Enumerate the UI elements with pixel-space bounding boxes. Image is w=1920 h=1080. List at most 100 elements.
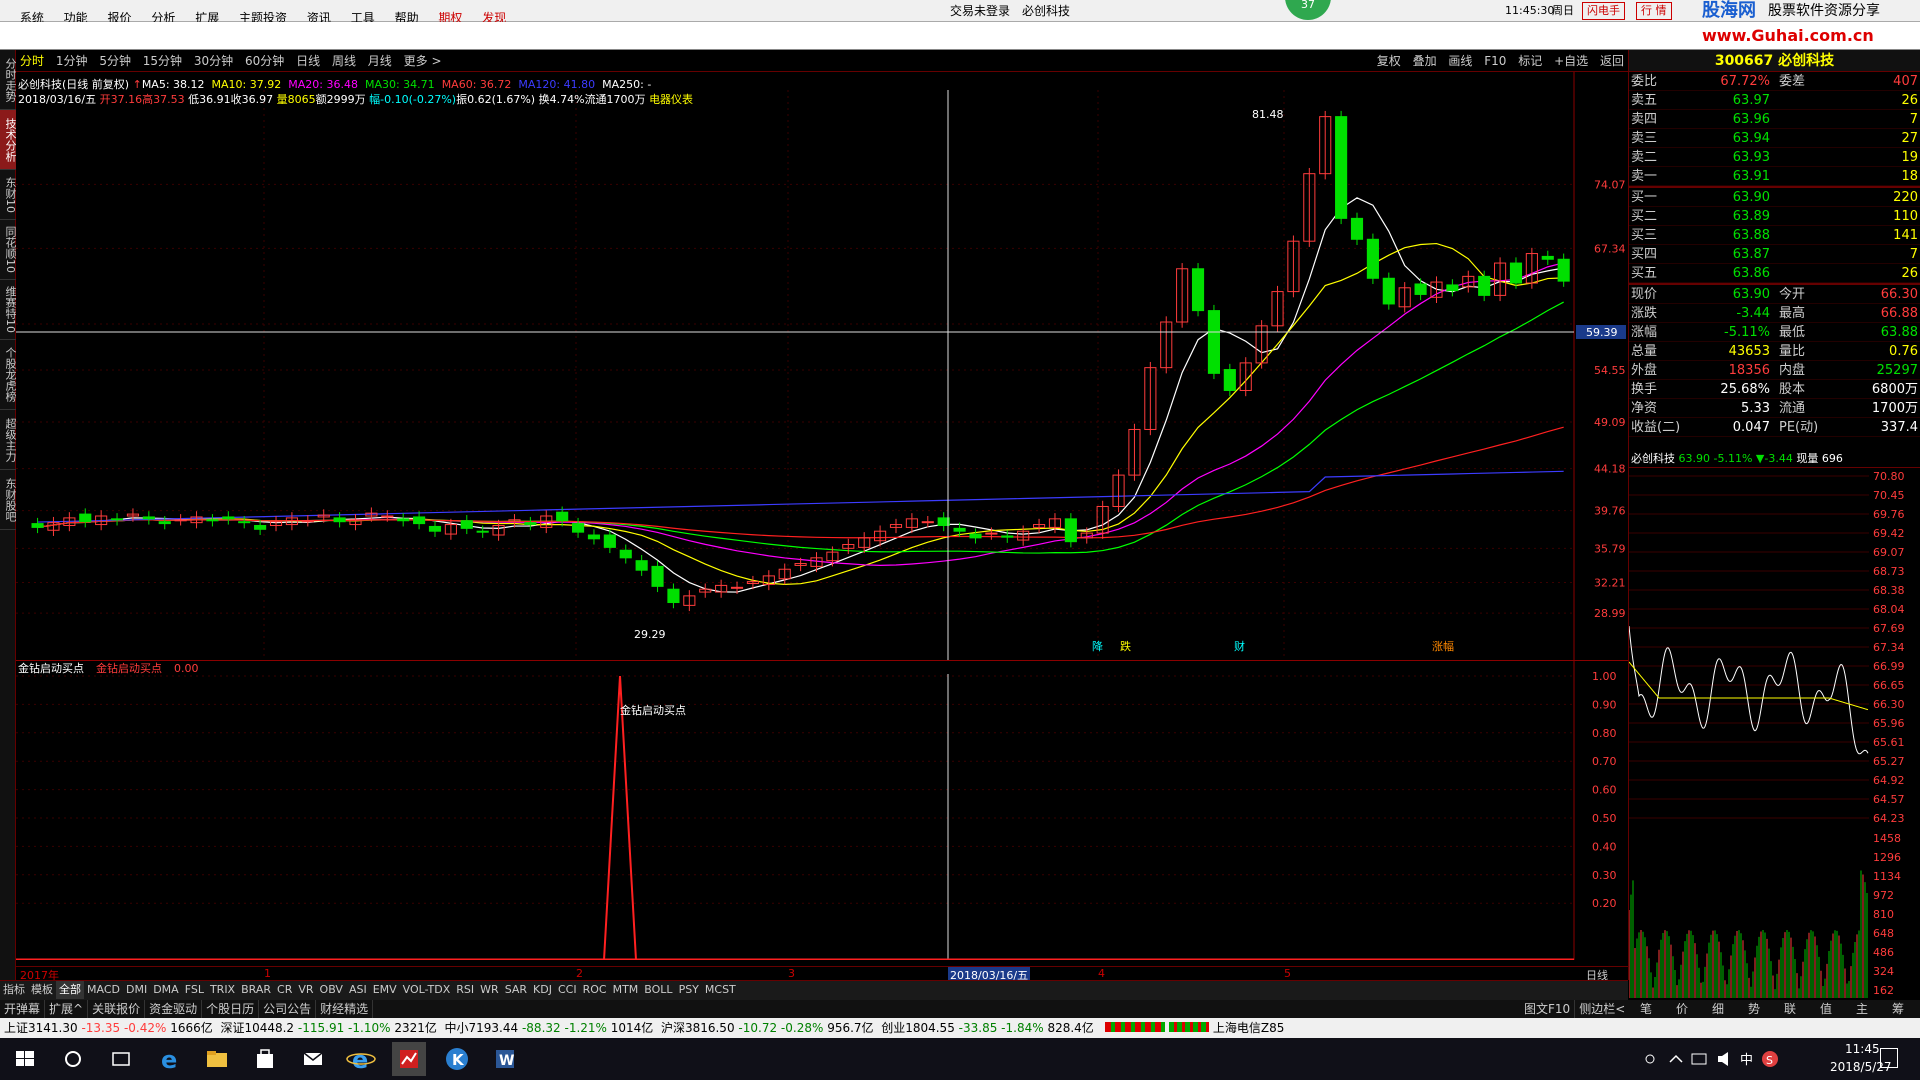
toolbar-mark[interactable]: 标记 (1514, 50, 1546, 72)
function-tab[interactable]: 个股日历 (202, 1000, 260, 1018)
system-tray[interactable]: 中S (1640, 1046, 1820, 1072)
indicator-tab[interactable]: DMA (150, 981, 182, 999)
edge-browser-icon[interactable]: e (152, 1042, 186, 1076)
task-view-icon[interactable] (104, 1042, 138, 1076)
indicator-panel[interactable]: 金钻启动买点 金钻启动买点 0.00 金钻启动买点 1.00 0.90 0.80 0.… (16, 660, 1628, 960)
mini-tab[interactable]: 细 (1700, 1000, 1736, 1018)
indicator-tab[interactable]: VR (295, 981, 316, 999)
indicator-tab[interactable]: CR (274, 981, 295, 999)
indicator-tab[interactable]: ROC (580, 981, 610, 999)
mini-tab[interactable]: 联 (1772, 1000, 1808, 1018)
toolbar-f10[interactable]: F10 (1480, 50, 1510, 72)
indicator-tab[interactable]: 全部 (56, 981, 84, 999)
mini-tab[interactable]: 主 (1844, 1000, 1880, 1018)
buy-level-row[interactable]: 买四 63.87 7 (1629, 245, 1920, 264)
sell-level-row[interactable]: 卖三 63.94 27 (1629, 129, 1920, 148)
indicator-tab[interactable]: MCST (702, 981, 739, 999)
mini-tab[interactable]: 价 (1664, 1000, 1700, 1018)
indicator-tab[interactable]: MACD (84, 981, 123, 999)
period-more[interactable]: 更多 > (400, 50, 446, 72)
toolbar-back[interactable]: 返回 (1596, 50, 1628, 72)
tab-timeshare[interactable]: 分时走势 (0, 50, 17, 110)
tab-main-force[interactable]: 超级主力 (0, 410, 17, 470)
buy-level-row[interactable]: 买五 63.86 26 (1629, 264, 1920, 283)
period-15min[interactable]: 15分钟 (139, 50, 186, 72)
sell-level-row[interactable]: 卖二 63.93 19 (1629, 148, 1920, 167)
hs-index[interactable]: 沪深3816.50 (661, 1021, 735, 1035)
event-marker-3[interactable]: 财 (1234, 639, 1245, 653)
zx-index[interactable]: 中小7193.44 (445, 1021, 519, 1035)
indicator-tab[interactable]: FSL (182, 981, 207, 999)
tab-dragon-tiger[interactable]: 个股龙虎榜 (0, 340, 17, 410)
store-icon[interactable] (248, 1042, 282, 1076)
mini-tab[interactable]: 笔 (1628, 1000, 1664, 1018)
toolbar-overlay[interactable]: 叠加 (1409, 50, 1441, 72)
tab-wst[interactable]: 维赛特10 (0, 280, 17, 340)
function-tab[interactable]: 扩展^ (45, 1000, 89, 1018)
indicator-tab[interactable]: RSI (453, 981, 477, 999)
indicator-tab[interactable]: MTM (610, 981, 642, 999)
indicator-tab[interactable]: WR (477, 981, 502, 999)
sell-level-row[interactable]: 卖四 63.96 7 (1629, 110, 1920, 129)
login-status[interactable]: 交易未登录 (950, 0, 1010, 22)
period-5min[interactable]: 5分钟 (95, 50, 135, 72)
stock-app-icon[interactable] (392, 1042, 426, 1076)
indicator-tab[interactable]: TRIX (207, 981, 238, 999)
buy-level-row[interactable]: 买三 63.88 141 (1629, 226, 1920, 245)
indicator-tab[interactable]: 指标 (0, 981, 28, 999)
function-tab[interactable]: 资金驱动 (145, 1000, 203, 1018)
function-tab[interactable]: 财经精选 (316, 1000, 374, 1018)
period-timeshare[interactable]: 分时 (16, 50, 48, 72)
bottom-right-tab[interactable]: 侧边栏< (1575, 1000, 1631, 1018)
ie-browser-icon[interactable]: e (344, 1042, 378, 1076)
mail-icon[interactable] (296, 1042, 330, 1076)
word-icon[interactable]: W (488, 1042, 522, 1076)
indicator-tab[interactable]: DMI (123, 981, 150, 999)
sell-level-row[interactable]: 卖五 63.97 26 (1629, 91, 1920, 110)
period-weekly[interactable]: 周线 (328, 50, 360, 72)
search-icon[interactable] (56, 1042, 90, 1076)
mini-tab[interactable]: 筹 (1880, 1000, 1916, 1018)
buy-level-row[interactable]: 买二 63.89 110 (1629, 207, 1920, 226)
period-30min[interactable]: 30分钟 (190, 50, 237, 72)
indicator-tab[interactable]: 模板 (28, 981, 56, 999)
mini-intraday-chart[interactable]: 70.80 70.45 69.76 69.42 69.07 68.73 68.38 68.04… (1629, 468, 1920, 998)
indicator-tab[interactable]: BOLL (641, 981, 675, 999)
lightning-trade-button[interactable]: 闪电手 (1582, 2, 1625, 20)
notification-center-icon[interactable] (1880, 1048, 1898, 1068)
notification-badge[interactable]: 37 (1285, 0, 1331, 20)
function-tab[interactable]: 公司公告 (259, 1000, 317, 1018)
indicator-tab[interactable]: PSY (676, 981, 702, 999)
sell-level-row[interactable]: 卖一 63.91 18 (1629, 167, 1920, 186)
tab-guba[interactable]: 东财股吧 (0, 470, 17, 530)
buy-level-row[interactable]: 买一 63.90 220 (1629, 188, 1920, 207)
toolbar-draw[interactable]: 画线 (1444, 50, 1476, 72)
sh-index[interactable]: 上证3141.30 (0, 1021, 78, 1035)
indicator-tab[interactable]: ASI (346, 981, 370, 999)
indicator-tab[interactable]: CCI (555, 981, 580, 999)
mini-tab[interactable]: 势 (1736, 1000, 1772, 1018)
function-tab[interactable]: 关联报价 (88, 1000, 146, 1018)
tab-technical[interactable]: 技术分析 (0, 110, 17, 170)
event-marker-4[interactable]: 涨幅 (1432, 640, 1454, 653)
function-tab[interactable]: 开弹幕 (0, 1000, 46, 1018)
bottom-right-tab[interactable]: 图文F10 (1520, 1000, 1576, 1018)
indicator-tab[interactable]: BRAR (238, 981, 274, 999)
tab-ths[interactable]: 同花顺10 (0, 220, 17, 280)
period-60min[interactable]: 60分钟 (241, 50, 288, 72)
file-explorer-icon[interactable] (200, 1042, 234, 1076)
candlestick-chart[interactable]: 74.07 67.34 54.55 49.09 44.18 39.76 35.79 32.21… (16, 72, 1628, 662)
mini-tab[interactable]: 值 (1808, 1000, 1844, 1018)
period-monthly[interactable]: 月线 (364, 50, 396, 72)
indicator-tab[interactable]: KDJ (530, 981, 555, 999)
windows-start-icon[interactable] (8, 1042, 42, 1076)
indicator-name[interactable]: 金钻启动买点 (18, 661, 84, 675)
quote-button[interactable]: 行 情 (1636, 2, 1672, 20)
period-daily[interactable]: 日线 (292, 50, 324, 72)
period-1min[interactable]: 1分钟 (52, 50, 92, 72)
indicator-tab[interactable]: SAR (502, 981, 530, 999)
indicator-tab[interactable]: OBV (317, 981, 346, 999)
toolbar-adjust[interactable]: 复权 (1373, 50, 1405, 72)
cy-index[interactable]: 创业1804.55 (881, 1021, 955, 1035)
tab-eastmoney[interactable]: 东财10 (0, 170, 17, 220)
